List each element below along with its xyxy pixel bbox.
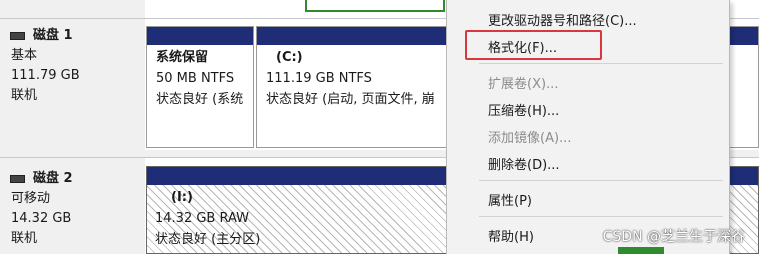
disk-2-name: 磁盘 2 bbox=[33, 171, 73, 186]
disk-1-size: 111.79 GB bbox=[11, 68, 80, 83]
disk-2-type: 可移动 bbox=[11, 191, 51, 206]
menu-item-extend-volume[interactable]: 扩展卷(X)... bbox=[488, 73, 558, 92]
menu-separator bbox=[479, 63, 723, 64]
watermark-text: CSDN @芝兰生于深谷 bbox=[602, 229, 745, 245]
partition-label: 系统保留 bbox=[156, 50, 209, 65]
menu-separator bbox=[479, 216, 723, 217]
partition-system-reserved[interactable]: 系统保留 50 MB NTFS 状态良好 (系统 bbox=[146, 26, 254, 148]
partition-status: 状态良好 (系统 bbox=[156, 92, 244, 107]
partition-bar bbox=[147, 27, 253, 45]
menu-separator bbox=[479, 180, 723, 181]
menu-item-help[interactable]: 帮助(H) bbox=[488, 226, 534, 245]
disk-1-type: 基本 bbox=[11, 48, 38, 63]
menu-item-delete-volume[interactable]: 删除卷(D)... bbox=[488, 154, 560, 173]
disk-1-status: 联机 bbox=[11, 88, 38, 103]
previous-partitions-strip-right bbox=[730, 0, 759, 18]
menu-item-change-drive-letter[interactable]: 更改驱动器号和路径(C)... bbox=[488, 10, 637, 29]
annotation-highlight-box bbox=[465, 30, 602, 60]
selected-partition-outline bbox=[305, 0, 445, 12]
disk-icon bbox=[10, 31, 25, 40]
menu-item-add-mirror[interactable]: 添加镜像(A)... bbox=[488, 127, 571, 146]
disk-icon bbox=[10, 174, 25, 183]
status-sliver bbox=[618, 247, 664, 254]
menu-item-properties[interactable]: 属性(P) bbox=[488, 190, 532, 209]
menu-item-shrink-volume[interactable]: 压缩卷(H)... bbox=[488, 100, 559, 119]
disk-2-status: 联机 bbox=[11, 231, 38, 246]
disk-1-name: 磁盘 1 bbox=[33, 28, 73, 43]
disk-1-info[interactable]: 磁盘 1 基本 111.79 GB 联机 bbox=[0, 26, 145, 106]
disk-2-size: 14.32 GB bbox=[11, 211, 72, 226]
partition-size: 50 MB NTFS bbox=[156, 71, 235, 86]
disk-2-info[interactable]: 磁盘 2 可移动 14.32 GB 联机 bbox=[0, 169, 145, 249]
